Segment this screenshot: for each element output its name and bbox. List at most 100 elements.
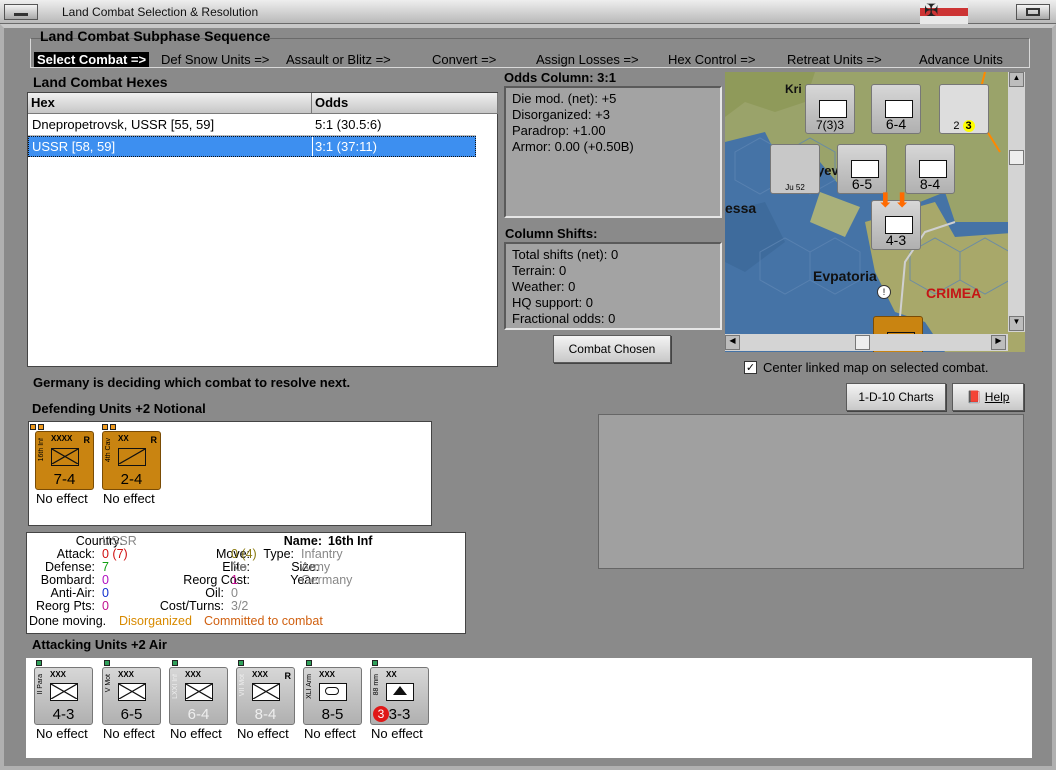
costturns-label: Cost/Turns: (159, 599, 224, 613)
unit-name: V Mot (105, 674, 112, 693)
map-unit-counter[interactable]: 7(3)3 (805, 84, 855, 134)
unit-name: LXXI Inf (172, 674, 179, 699)
unit-status-pip (30, 424, 36, 430)
armor-icon (319, 683, 347, 701)
map-vertical-scrollbar[interactable]: ▲ ▼ (1008, 72, 1025, 332)
attacking-units-box: II Para XXX 4-3 No effect V Mot XXX 6-5 … (26, 658, 1032, 758)
combat-chosen-button[interactable]: Combat Chosen (553, 335, 671, 363)
odds-line: Die mod. (net): +5 (512, 91, 617, 106)
germany-flag-icon (920, 0, 968, 24)
map-label-yev: yev (817, 163, 839, 178)
shift-line: Total shifts (net): 0 (512, 247, 619, 262)
help-button[interactable]: 📕 Help (952, 383, 1024, 411)
status-done: Done moving. (29, 614, 107, 628)
motorized-icon (252, 683, 280, 701)
unit-value: 8-5 (321, 706, 344, 723)
attacking-unit-counter[interactable]: II Para XXX 4-3 (34, 667, 93, 725)
unit-name: 16th Inf (38, 438, 45, 462)
unit-size: XXX (252, 670, 269, 679)
unit-status-pip (238, 660, 244, 666)
clock-icon: ! (877, 285, 891, 299)
shifts-panel: Total shifts (net): 0 Terrain: 0 Weather… (504, 242, 722, 330)
table-row-selected[interactable]: USSR [58, 59] 3:1 (37:11) (28, 136, 476, 157)
paratrooper-icon (50, 683, 78, 701)
unit-result: No effect (103, 491, 155, 506)
costturns-value: 3/2 (231, 599, 249, 613)
odds-cell: 5:1 (30.5:6) (315, 117, 382, 132)
unit-result: No effect (304, 726, 356, 741)
odds-line: Armor: 0.00 (+0.50B) (512, 139, 634, 154)
unit-name: 4th Cav (105, 438, 112, 463)
scroll-left-icon[interactable]: ◀ (725, 335, 740, 350)
map-horizontal-scrollbar[interactable]: ◀ ▶ (725, 334, 1008, 351)
type-label: Type: (263, 547, 294, 561)
attacking-unit-counter[interactable]: 88 mm XX 3 3-3 (370, 667, 429, 725)
infantry-icon (51, 448, 79, 466)
shift-line: Terrain: 0 (512, 263, 567, 278)
map-unit-counter[interactable]: 6-5 (837, 144, 887, 194)
title-bar: Land Combat Selection & Resolution (0, 0, 1056, 24)
center-map-checkbox[interactable]: ✓ (744, 361, 757, 374)
defending-unit-counter[interactable]: 16th Inf XXXX R 7-4 (35, 431, 94, 490)
combat-results-panel (598, 414, 1024, 569)
unit-value: 7-4 (53, 471, 76, 488)
step-hex-control: Hex Control => (668, 52, 756, 67)
scroll-down-icon[interactable]: ▼ (1009, 316, 1024, 331)
map-air-counter[interactable]: 2 3 (939, 84, 989, 134)
linked-map[interactable]: Evpatoria CRIMEA essa Kri yev 7(3)3 6-4 … (725, 72, 1025, 352)
minimize-icon[interactable] (4, 4, 38, 20)
status-disorganized: Disorganized (119, 614, 192, 628)
unit-value: 6-5 (120, 706, 143, 723)
odds-line: Disorganized: +3 (512, 107, 610, 122)
map-label-essa: essa (725, 200, 757, 216)
scroll-thumb[interactable] (855, 335, 870, 350)
map-unit-counter[interactable]: 8-4 (905, 144, 955, 194)
window-resize-grip[interactable] (4, 756, 64, 766)
status-committed: Committed to combat (204, 614, 323, 628)
reorgpts-label: Reorg Pts: (35, 599, 95, 613)
map-label-kri: Kri (785, 82, 802, 96)
reorgpts-value: 0 (102, 599, 109, 613)
unit-status-pip (110, 424, 116, 430)
attacking-unit-counter[interactable]: XLI Arm XXX 8-5 (303, 667, 362, 725)
center-map-label: Center linked map on selected combat. (763, 360, 989, 375)
unit-size: XXXX (51, 434, 73, 443)
window-title: Land Combat Selection & Resolution (62, 5, 259, 19)
hexes-table: Hex Odds Dnepropetrovsk, USSR [55, 59] 5… (27, 92, 498, 367)
year-value: Germany (301, 573, 353, 587)
step-assign-losses: Assign Losses => (536, 52, 639, 67)
infantry-icon (185, 683, 213, 701)
shifts-title: Column Shifts: (505, 226, 598, 241)
attacking-unit-counter[interactable]: VII Mot XXX R 8-4 (236, 667, 295, 725)
odds-line: Paradrop: +1.00 (512, 123, 606, 138)
defending-units-box: 16th Inf XXXX R 7-4 No effect 4th Cav XX… (28, 421, 432, 526)
column-header-hex[interactable]: Hex (28, 93, 312, 114)
defending-unit-counter[interactable]: 4th Cav XX R 2-4 (102, 431, 161, 490)
step-advance-units: Advance Units (919, 52, 1003, 67)
attacking-title: Attacking Units +2 Air (32, 637, 167, 652)
step-def-snow-units: Def Snow Units => (161, 52, 270, 67)
odds-panel: Die mod. (net): +5 Disorganized: +3 Para… (504, 86, 722, 218)
hexes-title: Land Combat Hexes (33, 74, 168, 90)
charts-button[interactable]: 1-D-10 Charts (846, 383, 946, 411)
column-header-odds[interactable]: Odds (312, 93, 498, 114)
shift-line: Fractional odds: 0 (512, 311, 616, 326)
artillery-icon (386, 683, 414, 701)
map-air-counter[interactable]: Ju 52 (770, 144, 820, 194)
unit-value: 8-4 (254, 706, 277, 723)
attacking-unit-counter[interactable]: LXXI Inf XXX 6-4 (169, 667, 228, 725)
unit-size: XX (118, 434, 129, 443)
help-book-icon: 📕 (966, 390, 982, 404)
subphase-title: Land Combat Subphase Sequence (40, 28, 271, 44)
maximize-icon[interactable] (1016, 4, 1050, 20)
table-row[interactable]: Dnepropetrovsk, USSR [55, 59] 5:1 (30.5:… (28, 115, 476, 136)
scroll-thumb[interactable] (1009, 150, 1024, 165)
map-label-crimea: CRIMEA (926, 285, 982, 301)
step-convert: Convert => (432, 52, 497, 67)
odds-cell: 3:1 (37:11) (315, 139, 377, 154)
scroll-right-icon[interactable]: ▶ (991, 335, 1006, 350)
shift-line: HQ support: 0 (512, 295, 593, 310)
scroll-up-icon[interactable]: ▲ (1009, 72, 1024, 87)
map-unit-counter[interactable]: 6-4 (871, 84, 921, 134)
attacking-unit-counter[interactable]: V Mot XXX 6-5 (102, 667, 161, 725)
